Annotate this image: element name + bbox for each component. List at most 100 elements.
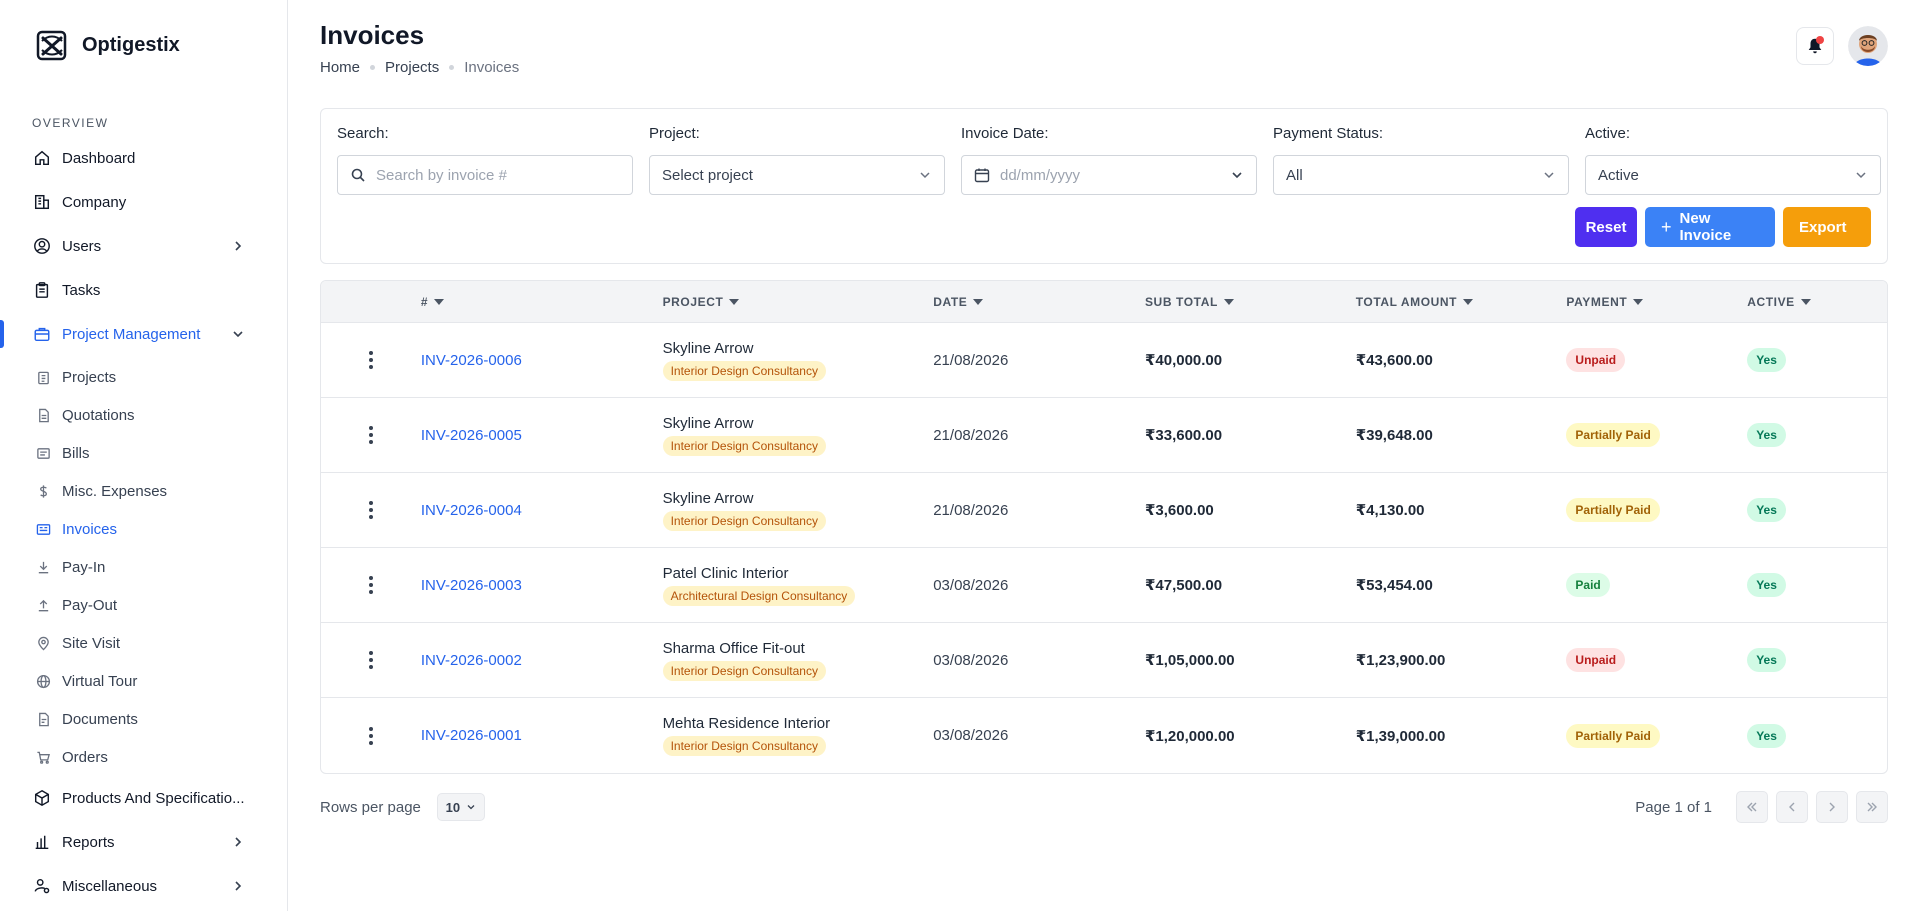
search-icon bbox=[350, 167, 366, 183]
total-amount: ₹39,648.00 bbox=[1355, 427, 1433, 444]
chevron-down-icon bbox=[1856, 172, 1866, 179]
invoice-date-picker[interactable]: dd/mm/yyyy bbox=[961, 155, 1257, 195]
row-menu-icon[interactable] bbox=[361, 498, 381, 522]
sidebar-item-label: Tasks bbox=[62, 281, 101, 299]
project-category-badge: Interior Design Consultancy bbox=[662, 435, 826, 456]
project-select[interactable]: Select project bbox=[649, 155, 945, 195]
column-header-number[interactable]: # bbox=[421, 295, 663, 309]
column-header-date[interactable]: DATE bbox=[933, 295, 1145, 309]
payment-status-badge: Unpaid bbox=[1566, 648, 1626, 672]
rows-per-page-value: 10 bbox=[445, 799, 461, 815]
payment-status-badge: Unpaid bbox=[1566, 348, 1626, 372]
sidebar-subitem-label: Documents bbox=[62, 710, 138, 728]
sidebar-item-users[interactable]: Users bbox=[0, 224, 287, 268]
active-status-badge: Yes bbox=[1747, 648, 1786, 672]
column-header-payment[interactable]: PAYMENT bbox=[1566, 295, 1747, 309]
sidebar-subitem-label: Projects bbox=[62, 368, 117, 386]
active-status-badge: Yes bbox=[1747, 573, 1786, 597]
rows-per-page-select[interactable]: 10 bbox=[436, 793, 485, 821]
sidebar-subitem-label: Invoices bbox=[62, 520, 118, 538]
first-page-button[interactable] bbox=[1736, 791, 1768, 823]
reset-button[interactable]: Reset bbox=[1575, 207, 1637, 247]
column-header-total-amount[interactable]: TOTAL AMOUNT bbox=[1356, 295, 1567, 309]
invoices-table: # PROJECT DATE SUB TOTAL TOTAL AMOUNT PA… bbox=[320, 280, 1888, 774]
active-status-badge: Yes bbox=[1747, 723, 1786, 748]
payment-status-select[interactable]: All bbox=[1273, 155, 1569, 195]
brand[interactable]: Optigestix bbox=[0, 0, 287, 90]
invoice-number-link[interactable]: INV-2026-0001 bbox=[421, 727, 522, 744]
breadcrumb-projects[interactable]: Projects bbox=[385, 59, 439, 76]
project-filter: Project: Select project bbox=[649, 125, 945, 195]
sidebar-subitem-pay-in[interactable]: Pay-In bbox=[0, 548, 287, 586]
column-header-active[interactable]: ACTIVE bbox=[1747, 295, 1887, 309]
sidebar-item-tasks[interactable]: Tasks bbox=[0, 268, 287, 312]
breadcrumb-home[interactable]: Home bbox=[320, 59, 360, 76]
sidebar-subitem-projects[interactable]: Projects bbox=[0, 358, 287, 396]
sidebar-subitem-label: Pay-In bbox=[62, 558, 106, 576]
row-menu-icon[interactable] bbox=[361, 573, 381, 597]
invoice-number-link[interactable]: INV-2026-0005 bbox=[421, 427, 522, 444]
sidebar-subitem-bills[interactable]: Bills bbox=[0, 434, 287, 472]
sort-icon bbox=[729, 298, 740, 305]
row-menu-icon[interactable] bbox=[361, 724, 381, 748]
project-name: Skyline Arrow bbox=[662, 414, 754, 432]
sidebar-subitem-site-visit[interactable]: Site Visit bbox=[0, 624, 287, 662]
invoice-number-link[interactable]: INV-2026-0003 bbox=[421, 577, 522, 594]
column-header-project[interactable]: PROJECT bbox=[663, 295, 934, 309]
invoice-date: 03/08/2026 bbox=[933, 576, 1009, 594]
chevron-left-icon bbox=[1789, 802, 1795, 812]
sidebar-item-company[interactable]: Company bbox=[0, 180, 287, 224]
new-invoice-button[interactable]: + New Invoice bbox=[1645, 207, 1775, 247]
sidebar-subitem-virtual-tour[interactable]: Virtual Tour bbox=[0, 662, 287, 700]
project-name: Sharma Office Fit-out bbox=[662, 639, 805, 657]
user-settings-icon bbox=[32, 876, 52, 896]
invoice-icon bbox=[34, 520, 52, 538]
user-avatar[interactable] bbox=[1848, 26, 1888, 66]
sidebar-subitem-quotations[interactable]: Quotations bbox=[0, 396, 287, 434]
next-page-button[interactable] bbox=[1816, 791, 1848, 823]
row-menu-icon[interactable] bbox=[361, 648, 381, 672]
sidebar-item-reports[interactable]: Reports bbox=[0, 820, 287, 864]
sort-icon bbox=[1633, 298, 1644, 305]
notifications-button[interactable] bbox=[1796, 27, 1834, 65]
export-button[interactable]: Export bbox=[1783, 207, 1871, 247]
row-menu-icon[interactable] bbox=[361, 348, 381, 372]
invoice-number-link[interactable]: INV-2026-0006 bbox=[421, 352, 522, 369]
sidebar-subitem-misc-expenses[interactable]: Misc. Expenses bbox=[0, 472, 287, 510]
sidebar-item-products-and-specifications[interactable]: Products And Specificatio... bbox=[0, 776, 287, 820]
sidebar-item-dashboard[interactable]: Dashboard bbox=[0, 136, 287, 180]
globe-icon bbox=[34, 672, 52, 690]
chevrons-right-icon bbox=[1867, 802, 1877, 812]
sidebar-subitem-orders[interactable]: Orders bbox=[0, 738, 287, 776]
sidebar: Optigestix OVERVIEW Dashboard Company Us… bbox=[0, 0, 288, 911]
chevrons-left-icon bbox=[1747, 802, 1757, 812]
sidebar-item-label: Products And Specificatio... bbox=[62, 789, 245, 807]
total-amount: ₹53,454.00 bbox=[1355, 577, 1433, 594]
chevron-down-icon bbox=[920, 172, 930, 179]
project-category-badge: Interior Design Consultancy bbox=[662, 360, 826, 381]
last-page-button[interactable] bbox=[1856, 791, 1888, 823]
sidebar-item-label: Reports bbox=[62, 833, 115, 851]
sidebar-subitem-pay-out[interactable]: Pay-Out bbox=[0, 586, 287, 624]
invoice-number-link[interactable]: INV-2026-0004 bbox=[421, 502, 522, 519]
briefcase-icon bbox=[32, 324, 52, 344]
table-row: INV-2026-0001 Mehta Residence Interior In… bbox=[321, 698, 1887, 773]
project-category-badge: Architectural Design Consultancy bbox=[662, 585, 856, 606]
breadcrumb-separator bbox=[370, 65, 376, 70]
active-select[interactable]: Active bbox=[1585, 155, 1881, 195]
search-input[interactable]: Search by invoice # bbox=[337, 155, 633, 195]
sidebar-item-project-management[interactable]: Project Management bbox=[0, 312, 287, 356]
invoice-number-link[interactable]: INV-2026-0002 bbox=[421, 652, 522, 669]
sidebar-subitem-documents[interactable]: Documents bbox=[0, 700, 287, 738]
clipboard-list-icon bbox=[34, 368, 52, 386]
sub-total: ₹47,500.00 bbox=[1144, 577, 1223, 594]
sidebar-item-label: Users bbox=[62, 237, 102, 255]
column-header-sub-total[interactable]: SUB TOTAL bbox=[1145, 295, 1356, 309]
sidebar-item-miscellaneous[interactable]: Miscellaneous bbox=[0, 864, 287, 908]
row-menu-icon[interactable] bbox=[361, 423, 381, 447]
previous-page-button[interactable] bbox=[1776, 791, 1808, 823]
payment-status-badge: Partially Paid bbox=[1566, 723, 1660, 748]
clipboard-icon bbox=[32, 280, 52, 300]
sidebar-subitem-invoices[interactable]: Invoices bbox=[0, 510, 287, 548]
active-status-badge: Yes bbox=[1747, 423, 1786, 447]
